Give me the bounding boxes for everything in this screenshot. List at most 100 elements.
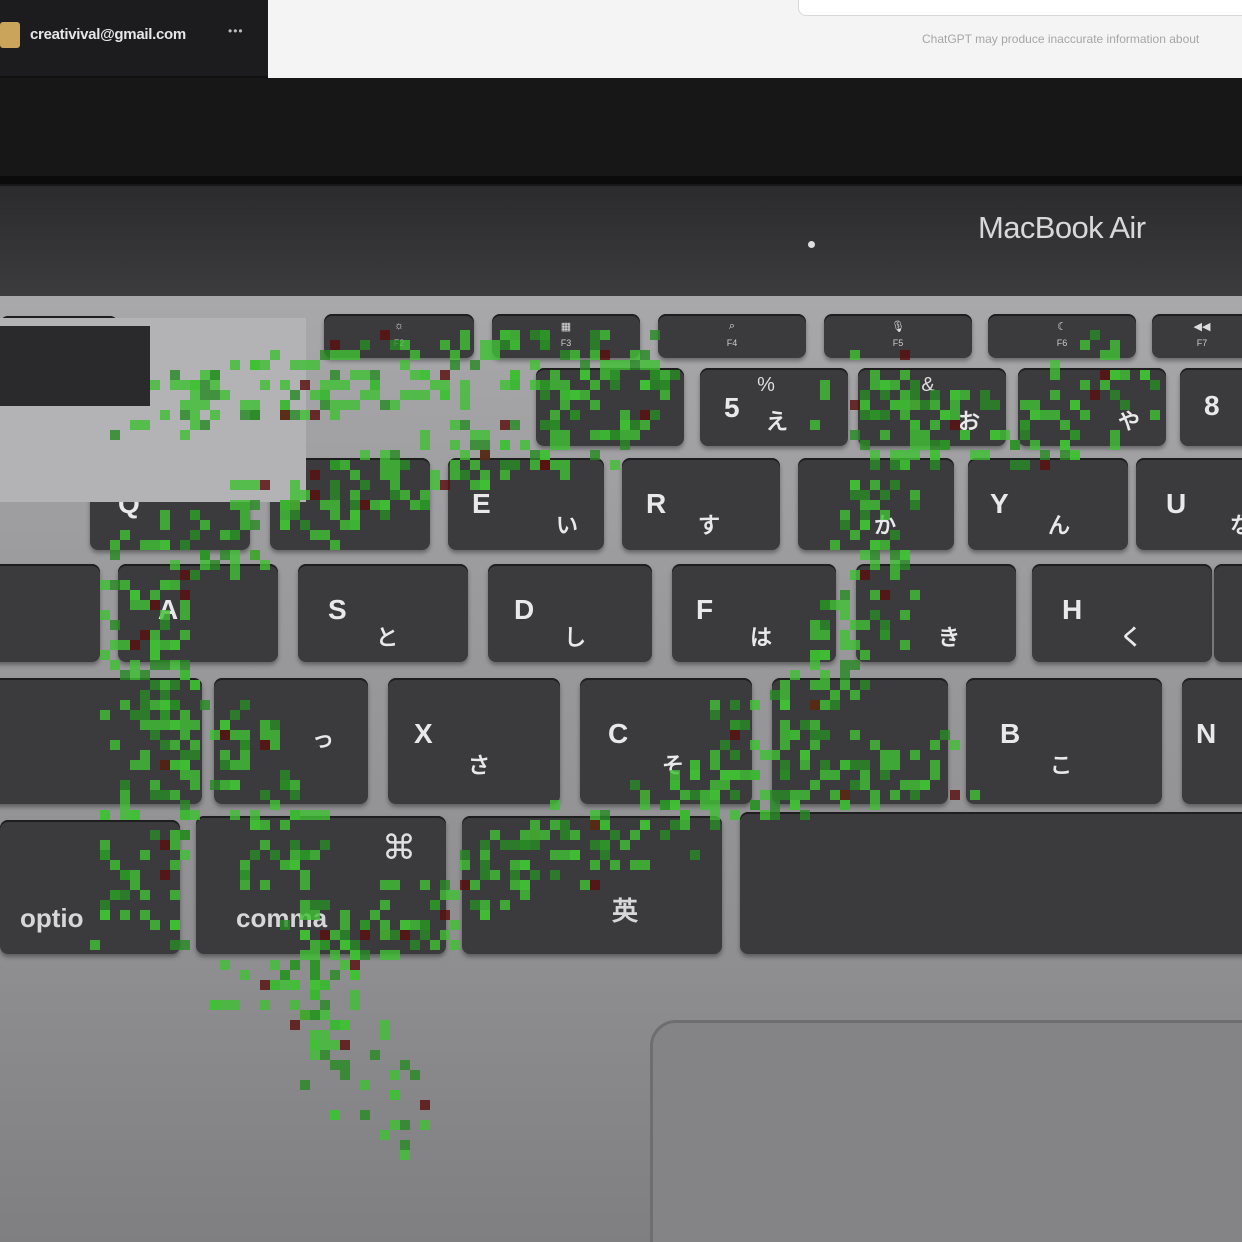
key-f7: ◀◀ F7 bbox=[1152, 314, 1242, 358]
key-n: N bbox=[1182, 678, 1242, 804]
key-6: お & bbox=[858, 368, 1006, 446]
key-f4-label: F4 bbox=[726, 338, 738, 348]
key-s-main: S bbox=[328, 594, 347, 625]
key-6-symbol: & bbox=[921, 374, 935, 396]
key-f2: ☼ F2 bbox=[324, 314, 474, 358]
key-f6: ☾ F6 bbox=[988, 314, 1136, 358]
trackpad bbox=[650, 1020, 1242, 1242]
key-f3: ▦ F3 bbox=[492, 314, 640, 358]
key-f6-label: F6 bbox=[1056, 338, 1068, 348]
key-r-kana: す bbox=[697, 513, 720, 538]
account-email: creativival@gmail.com bbox=[30, 26, 186, 43]
search-icon: ⌕ bbox=[728, 320, 736, 332]
photo-scene: creativival@gmail.com ••• ChatGPT may pr… bbox=[0, 0, 1242, 1242]
key-c-kana: そ bbox=[661, 753, 684, 778]
laptop-screen: creativival@gmail.com ••• ChatGPT may pr… bbox=[0, 0, 1242, 80]
key-z-kana: っ bbox=[311, 727, 334, 752]
key-b-main: B bbox=[1000, 718, 1021, 749]
key-s: S と bbox=[298, 564, 468, 662]
key-h: H く bbox=[1032, 564, 1212, 662]
key-f: F は bbox=[672, 564, 836, 662]
key-b-kana: こ bbox=[1049, 753, 1072, 778]
key-5-symbol: % bbox=[757, 374, 775, 396]
key-e-kana: い bbox=[555, 513, 578, 538]
key-f-main: F bbox=[696, 594, 714, 625]
key-n-main: N bbox=[1196, 718, 1217, 749]
more-icon: ••• bbox=[228, 24, 244, 38]
key-v bbox=[772, 678, 948, 804]
key-f4: ⌕ F4 bbox=[658, 314, 806, 358]
key-c-main: C bbox=[608, 718, 629, 749]
key-g-kana: き bbox=[937, 625, 960, 650]
key-r: R す bbox=[622, 458, 780, 550]
key-6-kana: お bbox=[957, 409, 980, 434]
key-4 bbox=[536, 368, 684, 446]
key-h-kana: く bbox=[1119, 625, 1142, 650]
chat-sidebar: creativival@gmail.com ••• bbox=[0, 0, 268, 76]
key-eisu: 英 bbox=[462, 816, 722, 954]
key-eisu-label: 英 bbox=[612, 896, 639, 926]
key-h-main: H bbox=[1062, 594, 1083, 625]
chat-input-box bbox=[798, 0, 1242, 16]
key-space bbox=[740, 812, 1242, 954]
key-y-kana: ん bbox=[1047, 513, 1070, 538]
key-f5: 🎙 F5 bbox=[824, 314, 972, 358]
screen-bezel bbox=[0, 78, 1242, 190]
rewind-icon: ◀◀ bbox=[1193, 321, 1211, 333]
key-u-kana: な bbox=[1229, 513, 1242, 538]
key-x-kana: さ bbox=[467, 753, 490, 778]
disclaimer-text: ChatGPT may produce inaccurate informati… bbox=[922, 32, 1200, 46]
key-7: や bbox=[1018, 368, 1166, 446]
key-option: optio bbox=[0, 820, 180, 954]
key-s-kana: と bbox=[375, 625, 398, 650]
key-y: Y ん bbox=[968, 458, 1128, 550]
key-t: か bbox=[798, 458, 954, 550]
key-command: ⌘ comma bbox=[196, 816, 446, 954]
microphone-icon: 🎙 bbox=[891, 321, 905, 333]
key-d-main: D bbox=[514, 594, 535, 625]
key-a: A bbox=[118, 564, 278, 662]
mission-control-icon: ▦ bbox=[560, 321, 572, 333]
key-f3-label: F3 bbox=[560, 338, 572, 348]
key-u-main: U bbox=[1166, 488, 1187, 519]
key-x-main: X bbox=[414, 718, 433, 749]
user-avatar bbox=[0, 22, 20, 48]
key-8-main: 8 bbox=[1204, 390, 1220, 421]
key-a-main: A bbox=[158, 594, 179, 625]
key-command-label: comma bbox=[236, 903, 328, 933]
key-8: 8 bbox=[1180, 368, 1242, 446]
key-f2-label: F2 bbox=[393, 338, 405, 348]
hinge-dot bbox=[808, 241, 815, 248]
key-e: E い bbox=[448, 458, 604, 550]
key-e-main: E bbox=[472, 488, 491, 519]
key-u: U な bbox=[1136, 458, 1242, 550]
key-f5-label: F5 bbox=[892, 338, 904, 348]
key-7-kana: や bbox=[1117, 409, 1140, 434]
key-f7-label: F7 bbox=[1196, 338, 1208, 348]
key-t-kana: か bbox=[873, 513, 896, 538]
key-b: B こ bbox=[966, 678, 1162, 804]
bezel-edge bbox=[0, 176, 1242, 184]
brightness-icon: ☼ bbox=[393, 320, 405, 332]
key-c: C そ bbox=[580, 678, 752, 804]
key-left-shift bbox=[0, 678, 202, 804]
key-j bbox=[1214, 564, 1242, 662]
key-d: D し bbox=[488, 564, 652, 662]
moon-icon: ☾ bbox=[1057, 321, 1067, 333]
command-icon: ⌘ bbox=[382, 829, 416, 867]
key-option-label: optio bbox=[20, 903, 84, 933]
key-f-kana: は bbox=[749, 625, 772, 650]
key-d-kana: し bbox=[563, 625, 586, 650]
key-r-main: R bbox=[646, 488, 667, 519]
key-caps bbox=[0, 564, 100, 662]
dark-overlay-panel bbox=[0, 326, 150, 406]
key-5: 5 え % bbox=[700, 368, 848, 446]
key-5-kana: え bbox=[765, 409, 788, 434]
key-g: き bbox=[856, 564, 1016, 662]
key-5-main: 5 bbox=[724, 392, 740, 423]
chat-main-area: ChatGPT may produce inaccurate informati… bbox=[268, 0, 1242, 78]
key-x: X さ bbox=[388, 678, 560, 804]
key-z: っ bbox=[214, 678, 368, 804]
key-y-main: Y bbox=[990, 488, 1009, 519]
brand-label: MacBook Air bbox=[978, 210, 1146, 245]
